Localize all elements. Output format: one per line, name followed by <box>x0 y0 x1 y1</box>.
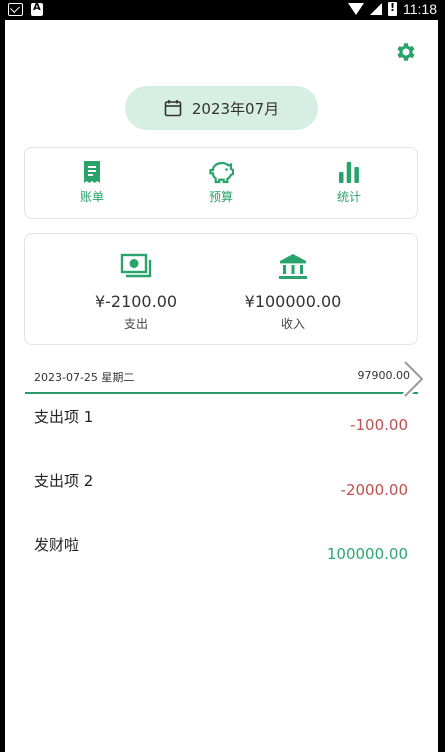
entry-title: 支出项 2 <box>34 472 94 490</box>
income-total: ¥100000.00 <box>244 292 342 311</box>
cash-icon <box>120 253 152 278</box>
bank-icon <box>279 254 307 279</box>
chevron-right-icon[interactable] <box>401 360 427 398</box>
month-label: 2023年07月 <box>191 99 280 118</box>
signal-icon <box>370 3 382 15</box>
status-time: 11:18 <box>403 1 437 17</box>
entry-title: 发财啦 <box>34 536 80 554</box>
income-summary: ¥100000.00 收入 <box>233 252 353 332</box>
summary-card: ¥-2100.00 支出 ¥100000.00 收入 <box>24 233 418 345</box>
month-selector[interactable]: 2023年07月 <box>125 86 318 130</box>
day-date: 2023-07-25 星期二 <box>34 371 135 384</box>
status-bar: 11:18 <box>0 0 445 20</box>
nav-label-budget: 预算 <box>208 190 233 204</box>
alert-icon <box>31 2 43 16</box>
expense-total: ¥-2100.00 <box>94 292 178 311</box>
income-label: 收入 <box>280 317 305 331</box>
nav-item-budget[interactable]: 预算 <box>191 160 251 205</box>
wifi-icon <box>348 3 364 15</box>
settings-gear-icon[interactable] <box>393 40 417 64</box>
calendar-icon <box>164 100 182 117</box>
nav-item-stats[interactable]: 统计 <box>319 160 379 205</box>
expense-summary: ¥-2100.00 支出 <box>81 252 191 332</box>
list-item[interactable]: 支出项 2 -2000.00 <box>25 470 418 534</box>
nav-label-stats: 统计 <box>336 190 361 204</box>
entry-amount: -2000.00 <box>340 481 408 499</box>
nav-item-bills[interactable]: 账单 <box>62 160 122 205</box>
list-item[interactable]: 发财啦 100000.00 <box>25 534 418 598</box>
entry-amount: -100.00 <box>350 416 408 434</box>
piggy-bank-icon <box>209 161 234 184</box>
bar-chart-icon <box>339 162 359 183</box>
entry-amount: 100000.00 <box>326 545 408 563</box>
battery-icon <box>388 1 397 16</box>
expense-label: 支出 <box>123 317 148 331</box>
nav-card: 账单 预算 统计 <box>24 147 418 219</box>
app-screen: 2023年07月 账单 预算 统计 ¥-2100.00 支出 ¥100000.0… <box>5 20 438 752</box>
receipt-icon <box>84 161 100 183</box>
list-item[interactable]: 支出项 1 -100.00 <box>25 406 418 470</box>
day-header[interactable]: 2023-07-25 星期二 97900.00 <box>25 365 418 394</box>
notification-icon <box>8 3 23 16</box>
entry-title: 支出项 1 <box>34 408 94 426</box>
nav-label-bills: 账单 <box>79 190 104 204</box>
